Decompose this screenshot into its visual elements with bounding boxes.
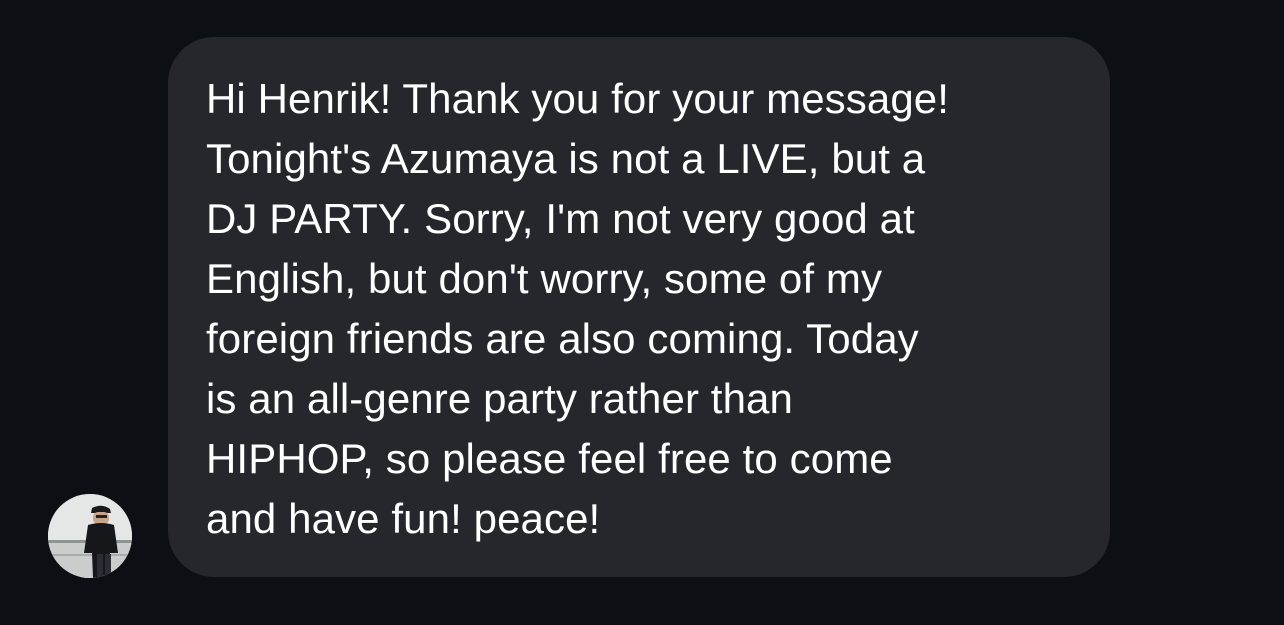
message-text: Hi Henrik! Thank you for your message! T… bbox=[206, 75, 950, 542]
incoming-message-bubble[interactable]: Hi Henrik! Thank you for your message! T… bbox=[168, 37, 1110, 577]
sender-avatar[interactable] bbox=[48, 494, 132, 578]
person-avatar-icon bbox=[48, 494, 132, 578]
message-thread: Hi Henrik! Thank you for your message! T… bbox=[0, 0, 1284, 625]
